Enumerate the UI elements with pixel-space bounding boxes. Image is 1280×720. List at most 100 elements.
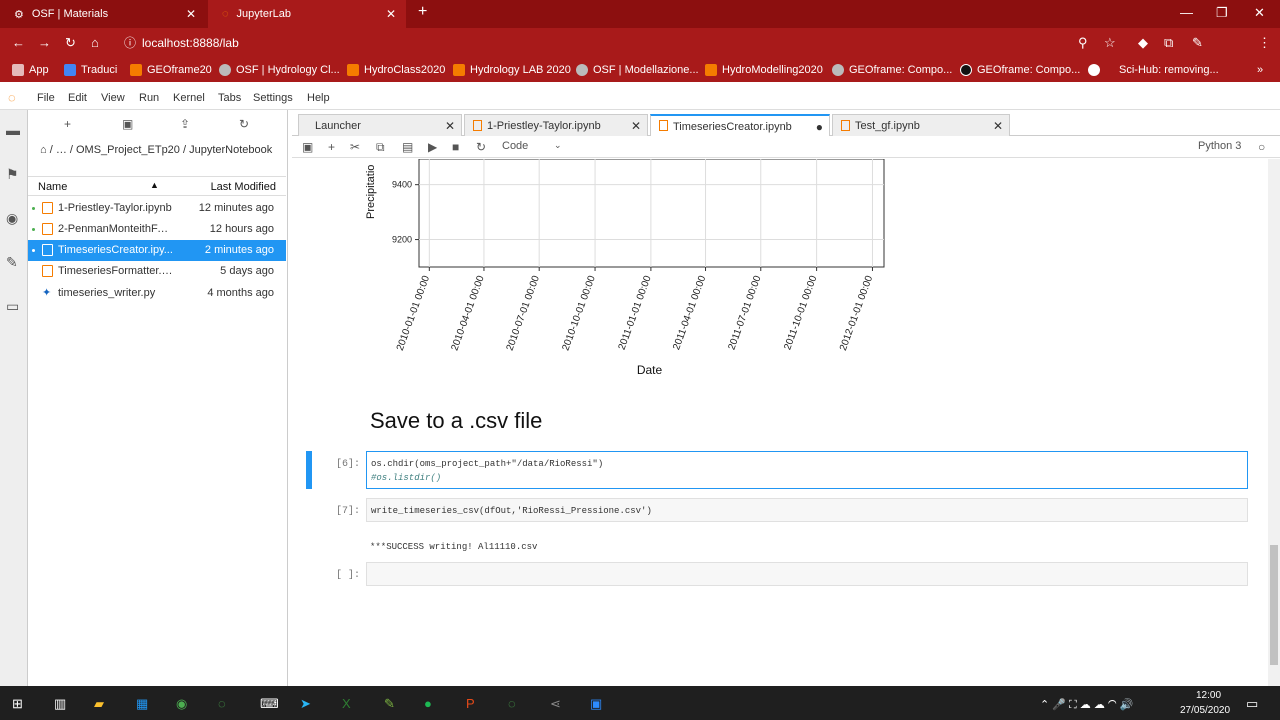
bookmark-hydroclass[interactable]: HydroClass2020: [347, 64, 445, 76]
tab-priestley[interactable]: 1-Priestley-Taylor.ipynb ✕: [464, 114, 648, 136]
zoom-app-icon[interactable]: ▣: [590, 696, 602, 712]
menu-icon[interactable]: ⋮: [1258, 35, 1271, 51]
paste-icon[interactable]: ▤: [402, 140, 413, 154]
code-cell[interactable]: os.chdir(oms_project_path+"/data/RioRess…: [366, 451, 1248, 489]
list-item[interactable]: 2-PenmanMonteithFA... 12 hours ago: [28, 219, 286, 240]
kernel-name[interactable]: Python 3: [1198, 140, 1241, 152]
powerpoint-icon[interactable]: P: [466, 696, 475, 711]
menu-kernel[interactable]: Kernel: [173, 92, 205, 104]
close-icon[interactable]: ✕: [386, 7, 396, 21]
column-last-modified[interactable]: Last Modified: [211, 181, 276, 193]
upload-icon[interactable]: ⇪: [180, 117, 190, 131]
close-icon[interactable]: ✕: [631, 119, 641, 133]
excel-icon[interactable]: X: [342, 696, 351, 711]
unsaved-dot-icon[interactable]: ●: [816, 120, 823, 134]
maximize-button[interactable]: ❐: [1216, 5, 1228, 21]
menu-tabs[interactable]: Tabs: [218, 92, 241, 104]
insert-cell-icon[interactable]: +: [328, 140, 335, 154]
menu-view[interactable]: View: [101, 92, 125, 104]
breadcrumb[interactable]: ⌂ / … / OMS_Project_ETp20 / JupyterNoteb…: [40, 142, 280, 158]
wrench-icon[interactable]: ✎: [6, 254, 18, 271]
back-icon[interactable]: ←: [12, 35, 25, 50]
clock-date[interactable]: 27/05/2020: [1180, 705, 1230, 716]
home-icon[interactable]: ⌂: [91, 35, 99, 50]
tab-timeseries-creator[interactable]: TimeseriesCreator.ipynb ●: [650, 114, 830, 136]
tabs-icon[interactable]: ▭: [6, 298, 19, 315]
chrome-icon[interactable]: ◉: [176, 696, 187, 712]
sort-up-icon[interactable]: ▲: [150, 180, 159, 190]
close-icon[interactable]: ✕: [445, 119, 455, 133]
palette-icon[interactable]: ◉: [6, 210, 18, 227]
bookmark-hydromodelling[interactable]: HydroModelling2020: [705, 64, 823, 76]
refresh-icon[interactable]: ↻: [239, 117, 249, 131]
app-pen-icon[interactable]: ✎: [384, 696, 395, 712]
x-tick-label: 2010-10-01 00:00: [561, 274, 598, 352]
x-tick-label: 2012-01-01 00:00: [838, 274, 875, 352]
spotify-icon[interactable]: ●: [424, 696, 432, 711]
restart-icon[interactable]: ↻: [476, 140, 486, 154]
app-keyboard-icon[interactable]: ⌨: [260, 696, 279, 712]
run-icon[interactable]: ▶: [428, 140, 437, 154]
tab-test-gf[interactable]: Test_gf.ipynb ✕: [832, 114, 1010, 136]
task-view-icon[interactable]: ▥: [54, 696, 66, 712]
bookmark-app[interactable]: App: [12, 64, 49, 76]
bookmark-geoframe-compo-2[interactable]: GEOframe: Compo...: [960, 64, 1080, 76]
menu-file[interactable]: File: [37, 92, 55, 104]
close-icon[interactable]: ✕: [186, 7, 196, 21]
precipitation-chart: 2010-01-01 00:00 2010-04-01 00:00 2010-07-…: [365, 159, 885, 377]
new-launcher-icon[interactable]: +: [64, 117, 71, 131]
column-name[interactable]: Name: [38, 181, 67, 193]
browser-tab-osf[interactable]: ⚙ OSF | Materials ✕: [0, 0, 206, 28]
cell-type-select[interactable]: Code ⌄: [502, 140, 564, 152]
list-item[interactable]: TimeseriesFormatter.i... 5 days ago: [28, 261, 286, 282]
close-window-button[interactable]: ✕: [1254, 5, 1265, 21]
cut-icon[interactable]: ✂: [350, 140, 360, 154]
app-green-ring-2-icon[interactable]: ◌: [508, 696, 516, 711]
forward-icon[interactable]: →: [38, 35, 51, 50]
running-icon[interactable]: ⚑: [6, 166, 19, 183]
bookmark-hydrology-lab[interactable]: Hydrology LAB 2020: [453, 64, 571, 76]
pdf-extension-icon[interactable]: ⧉: [1164, 35, 1173, 51]
reload-icon[interactable]: ↻: [65, 35, 76, 51]
file-explorer-icon[interactable]: ▰: [94, 696, 104, 712]
share-icon[interactable]: ⋖: [550, 696, 561, 712]
brush-extension-icon[interactable]: ✎: [1192, 35, 1203, 51]
telegram-icon[interactable]: ➤: [300, 696, 311, 712]
new-folder-icon[interactable]: ▣: [122, 117, 133, 131]
scrollbar[interactable]: [1268, 159, 1280, 686]
windows-start-icon[interactable]: ⊞: [12, 696, 23, 712]
bookmark-traduci[interactable]: Traduci: [64, 64, 117, 76]
list-item[interactable]: TimeseriesCreator.ipy... 2 minutes ago: [28, 240, 286, 261]
scrollbar-thumb[interactable]: [1270, 545, 1278, 665]
app-green-ring-icon[interactable]: ◌: [218, 696, 226, 711]
folder-icon[interactable]: ▬: [6, 122, 20, 138]
stop-icon[interactable]: ■: [452, 140, 459, 154]
minimize-button[interactable]: —: [1180, 5, 1193, 20]
calendar-app-icon[interactable]: ▦: [136, 696, 148, 712]
bookmark-osf-modellazione[interactable]: OSF | Modellazione...: [576, 64, 699, 76]
url-input[interactable]: ⓘ localhost:8888/lab: [118, 33, 1118, 53]
tab-launcher[interactable]: Launcher ✕: [298, 114, 462, 136]
menu-edit[interactable]: Edit: [68, 92, 87, 104]
bookmark-geoframe20[interactable]: GEOframe20: [130, 64, 212, 76]
browser-tab-jupyter[interactable]: ◌ JupyterLab ✕: [208, 0, 406, 28]
bookmark-scihub[interactable]: Sci-Hub: removing...: [1088, 64, 1219, 76]
new-tab-button[interactable]: +: [418, 3, 427, 21]
menu-settings[interactable]: Settings: [253, 92, 293, 104]
extension-icon[interactable]: ◆: [1138, 35, 1148, 51]
save-icon[interactable]: ▣: [302, 140, 313, 154]
bookmark-geoframe-compo-1[interactable]: GEOframe: Compo...: [832, 64, 952, 76]
list-item[interactable]: ✦ timeseries_writer.py 4 months ago: [28, 283, 286, 304]
bookmark-osf-hydrology[interactable]: OSF | Hydrology Cl...: [219, 64, 340, 76]
code-cell[interactable]: write_timeseries_csv(dfOut,'RioRessi_Pre…: [366, 498, 1248, 522]
copy-icon[interactable]: ⧉: [376, 140, 385, 155]
list-item[interactable]: 1-Priestley-Taylor.ipynb 12 minutes ago: [28, 198, 286, 219]
code-cell[interactable]: [366, 562, 1248, 586]
close-icon[interactable]: ✕: [993, 119, 1003, 133]
menu-help[interactable]: Help: [307, 92, 330, 104]
bookmarks-overflow-icon[interactable]: »: [1257, 64, 1263, 76]
notification-icon[interactable]: ▭: [1246, 696, 1258, 712]
clock-time[interactable]: 12:00: [1196, 690, 1221, 701]
tray-icons[interactable]: ⌃ 🎤 ⛶ ☁ ☁ ◠ 🔊: [1040, 698, 1133, 712]
menu-run[interactable]: Run: [139, 92, 159, 104]
